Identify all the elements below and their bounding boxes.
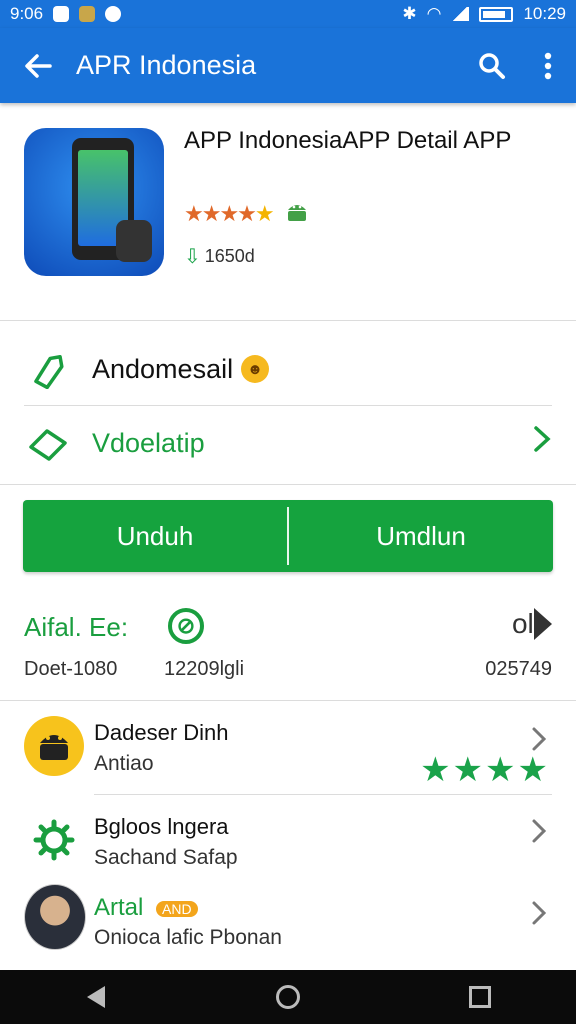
list-item-title: Bgloos lngera [94,814,229,839]
list-item[interactable]: Bgloos lngera Sachand Safap [0,796,576,888]
divider [0,484,576,485]
gear-icon [24,810,84,870]
android-avatar-icon [24,716,84,776]
battery-icon [479,6,514,22]
system-nav-bar [0,970,576,1024]
stat-value-2: 12209lgli [164,658,245,680]
search-button[interactable] [464,38,520,94]
chevron-right-icon [530,816,548,853]
divider [0,700,576,701]
list-item-subtitle: Sachand Safap [94,846,238,869]
stat-value-1: Doet-1080 [24,658,118,680]
status-time-left: 9:06 [10,4,44,23]
app-icon [24,128,164,276]
tag-icon [24,345,72,393]
download-icon: ⇩ [184,246,201,268]
no-ads-icon: ⊘ [168,608,204,644]
install-button-group: Unduh Umdlun [23,500,553,572]
shield-notification-icon [105,6,122,22]
signal-icon [451,7,470,21]
chevron-right-icon [532,424,552,463]
notification-icon-2 [79,6,96,22]
stats-right-label: oll [512,608,552,640]
arrow-left-icon [25,53,52,78]
row-label-2: Vdoelatip [92,427,205,458]
ticket-icon [24,419,72,467]
status-bar: 9:06 ✱ ◠ 10:29 [0,0,576,28]
star-rating-large: ★★★★ [420,751,550,789]
app-header: APP IndonesiaAPP Detail APP ★★★★★ ⇩ 1650… [0,104,576,320]
divider [94,794,552,795]
divider [0,320,576,321]
overflow-menu-button[interactable] [520,38,576,94]
back-button[interactable] [0,28,76,103]
more-vert-icon [544,52,552,79]
status-time-right: 10:29 [523,4,566,23]
secondary-download-button[interactable]: Umdlun [289,521,553,552]
list-item-subtitle: Onioca lafic Pbonan [94,926,282,949]
list-item[interactable]: Dadeser Dinh Antiao ★★★★ [0,702,576,794]
list-item-title: Artal AND [94,894,198,922]
nav-back-button[interactable] [66,970,126,1024]
app-bar: APR Indonesia [0,28,576,103]
wifi-icon: ◠ [426,4,442,23]
info-row-1[interactable]: Andomesail ☻ [24,334,552,404]
rating-row: ★★★★★ [184,200,309,228]
square-recents-icon [469,986,491,1008]
list-item[interactable]: Artal AND Onioca lafic Pbonan [0,876,576,968]
triangle-back-icon [87,986,105,1008]
nav-recents-button[interactable] [450,970,510,1024]
downloads-count: 1650d [204,246,255,266]
stats-title: Aifal. Ee: [24,612,129,642]
chevron-right-icon [530,898,548,935]
list-item-subtitle: Antiao [94,752,154,775]
info-row-2[interactable]: Vdoelatip [24,408,552,478]
notification-icon [53,6,70,22]
tag-arrow-icon [534,608,552,640]
divider [24,405,552,406]
emoji-badge: ☻ [241,355,270,383]
bluetooth-icon: ✱ [402,4,417,23]
star-rating: ★★★★★ [184,201,275,226]
app-name: APP IndonesiaAPP Detail APP [184,127,512,154]
list-item-title-text: Artal [94,894,144,921]
downloads-info: ⇩ 1650d [184,244,255,269]
row-label-1: Andomesail [92,353,234,384]
circle-home-icon [276,985,300,1009]
camera-graphic [116,220,152,262]
stat-value-3: 025749 [485,658,552,680]
list-item-title: Dadeser Dinh [94,720,229,745]
download-button[interactable]: Unduh [23,521,287,552]
page-title: APR Indonesia [76,50,257,80]
person-avatar [24,884,86,950]
search-icon [479,52,505,79]
tag-badge: AND [156,900,198,917]
android-icon [285,200,309,228]
nav-home-button[interactable] [258,970,318,1024]
